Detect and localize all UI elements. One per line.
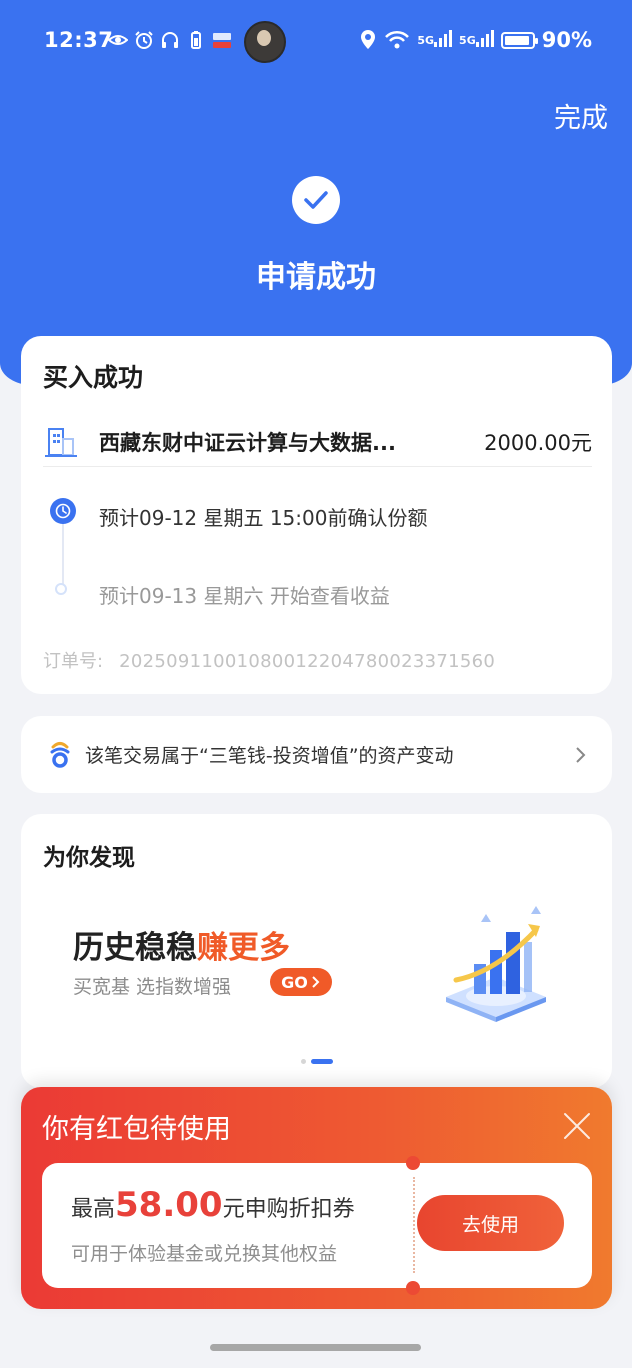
app-notification-icon: [213, 33, 231, 48]
status-icons-right: 5G 5G 90%: [359, 28, 592, 52]
status-bar: 12:37 5G 5G 90%: [0, 0, 632, 80]
location-icon: [361, 30, 376, 49]
close-icon[interactable]: [562, 1111, 592, 1141]
battery-percent: 90%: [541, 28, 592, 52]
fund-amount: 2000.00元: [484, 431, 592, 455]
coupon-description: 可用于体验基金或兑换其他权益: [71, 1243, 338, 1265]
red-packet-title: 你有红包待使用: [42, 1114, 231, 1145]
signal-5g-2: 5G: [459, 29, 494, 47]
battery-icon: [500, 31, 538, 49]
banner-title: 历史稳稳赚更多: [73, 922, 290, 967]
coupon-headline: 最高58.00元申购折扣券: [71, 1185, 355, 1225]
purchase-result-card: 买入成功 西藏东财中证云计算与大数据... 2000.00元 预计09-12 星…: [21, 336, 612, 694]
eye-icon: [108, 35, 128, 45]
chevron-right-icon: [312, 976, 320, 988]
battery-small-icon: [191, 31, 201, 49]
avatar: [244, 21, 286, 63]
page-title: 申请成功: [256, 260, 376, 295]
coupon-amount: 58.00: [115, 1185, 223, 1225]
done-button[interactable]: 完成: [554, 96, 608, 135]
three-pots-icon: [50, 741, 70, 768]
headphones-icon: [162, 32, 178, 48]
growth-chart-illustration: [446, 906, 546, 1022]
carousel-indicator: [21, 1059, 612, 1064]
banner-title-highlight: 赚更多: [197, 930, 290, 966]
building-icon: [45, 428, 77, 457]
divider: [43, 466, 592, 467]
order-number: 20250911001080012204780023371560: [119, 651, 496, 672]
promo-banner[interactable]: 历史稳稳赚更多 买宽基 选指数增强 GO: [21, 884, 612, 1054]
use-coupon-button[interactable]: 去使用: [417, 1195, 564, 1251]
timeline-dot: [55, 583, 67, 595]
asset-change-text: 该笔交易属于“三笔钱-投资增值”的资产变动: [85, 745, 454, 767]
carousel-dot-active: [310, 1059, 333, 1064]
status-icons-left: [108, 30, 232, 50]
signal-label: 5G: [417, 33, 435, 47]
section-title: 为你发现: [43, 845, 135, 871]
progress-timeline: 预计09-12 星期五 15:00前确认份额 预计09-13 星期六 开始查看收…: [41, 496, 601, 616]
coupon-notch: [406, 1156, 420, 1170]
timeline-line: [62, 516, 64, 592]
go-label: GO: [281, 972, 308, 992]
asset-change-link[interactable]: 该笔交易属于“三笔钱-投资增值”的资产变动: [21, 716, 612, 793]
coupon-notch: [406, 1281, 420, 1295]
alarm-icon: [135, 31, 153, 49]
carousel-dot: [300, 1059, 306, 1064]
timeline-step-earnings: 预计09-13 星期六 开始查看收益: [99, 584, 390, 608]
order-label: 订单号:: [43, 651, 104, 672]
card-title: 买入成功: [43, 363, 144, 392]
coupon-prefix: 最高: [71, 1197, 116, 1222]
coupon-card: 最高58.00元申购折扣券 可用于体验基金或兑换其他权益 去使用: [42, 1156, 592, 1295]
wifi-icon: [385, 30, 410, 49]
go-button[interactable]: GO: [270, 968, 332, 996]
clock-icon: [50, 498, 76, 524]
red-packet-panel: 你有红包待使用 最高58.00元申购折扣券 可用于体验基金或兑换其他权益 去使用: [21, 1087, 612, 1309]
banner-subtitle: 买宽基 选指数增强: [73, 976, 232, 998]
coupon-suffix: 元申购折扣券: [222, 1197, 355, 1222]
success-check-icon: [292, 176, 340, 224]
signal-5g-1: 5G: [417, 29, 453, 47]
chevron-right-icon: [576, 746, 586, 763]
order-info: 订单号: 20250911001080012204780023371560: [43, 647, 495, 673]
coupon-perforation: [413, 1177, 415, 1273]
banner-title-plain: 历史稳稳: [73, 930, 197, 966]
fund-row[interactable]: 西藏东财中证云计算与大数据... 2000.00元: [43, 414, 592, 470]
status-time: 12:37: [44, 28, 114, 52]
signal-label: 5G: [459, 33, 476, 47]
fund-name: 西藏东财中证云计算与大数据...: [99, 431, 396, 455]
timeline-step-confirm: 预计09-12 星期五 15:00前确认份额: [99, 506, 428, 530]
home-indicator[interactable]: [210, 1344, 421, 1351]
discover-card: 为你发现 历史稳稳赚更多 买宽基 选指数增强 GO: [21, 814, 612, 1088]
